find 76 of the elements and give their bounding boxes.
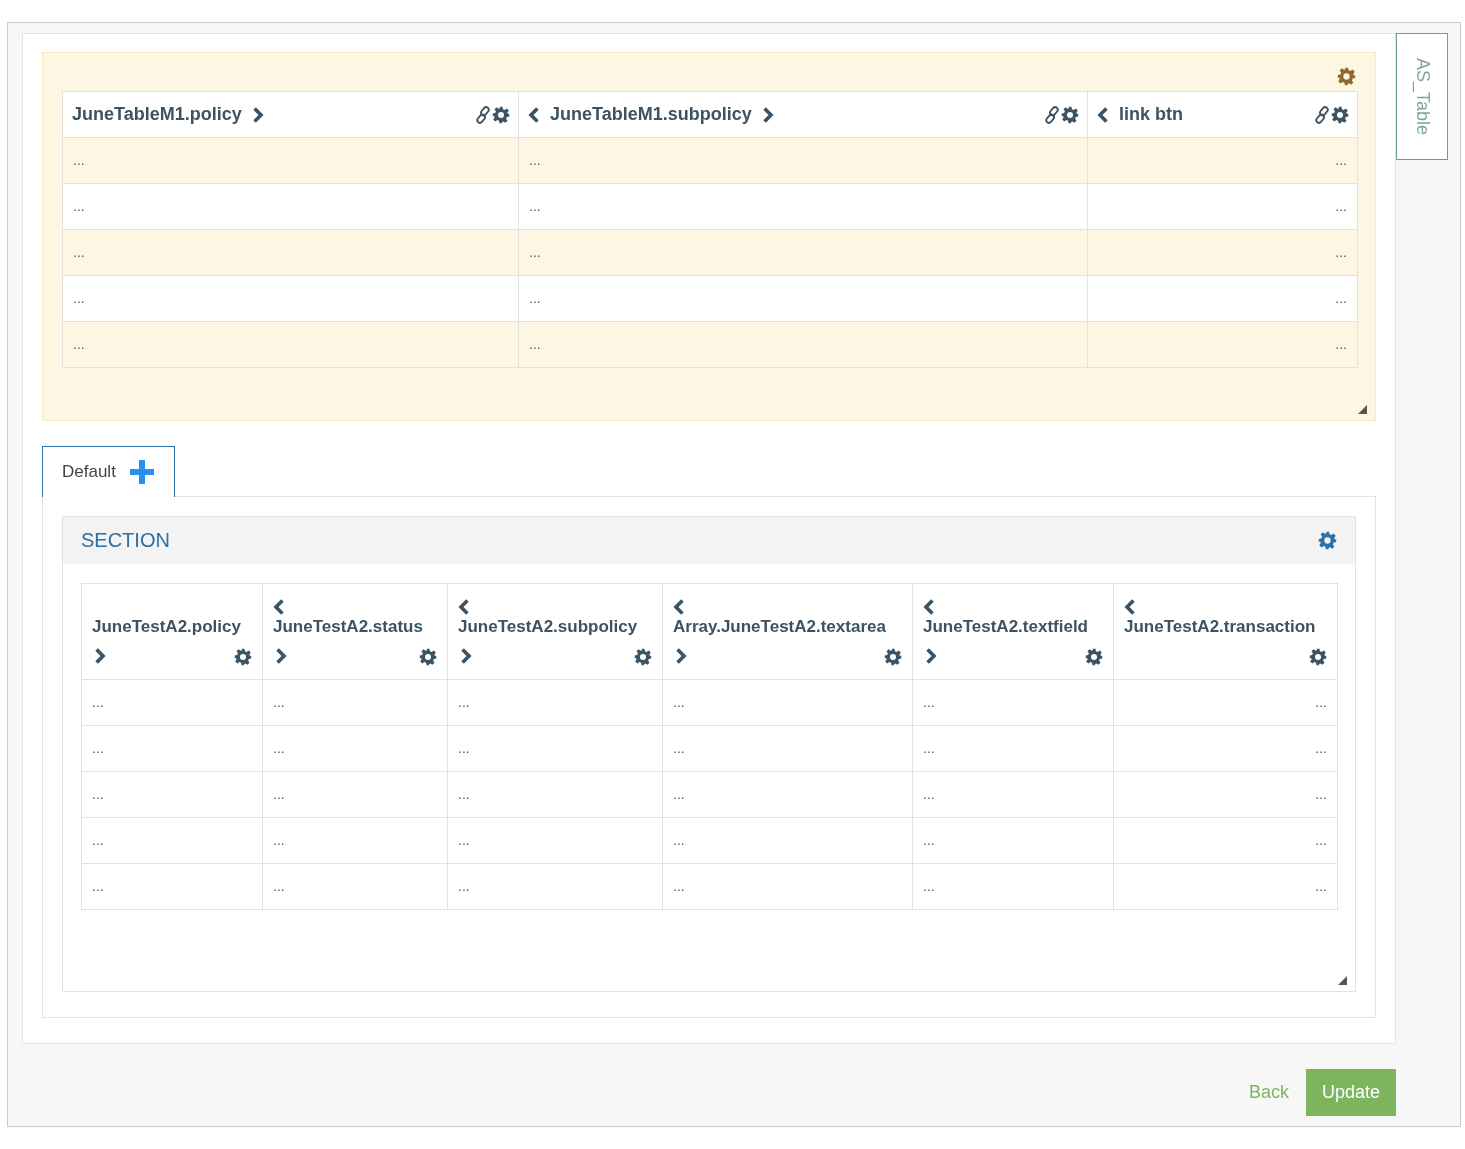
column-header: JuneTableM1.policy xyxy=(72,103,242,126)
gear-icon[interactable] xyxy=(234,647,252,666)
table-cell: ... xyxy=(273,739,285,756)
link-icon[interactable] xyxy=(474,105,492,124)
table-cell: ... xyxy=(73,198,85,214)
column-header: JuneTestA2.textfield xyxy=(923,615,1089,638)
table-cell: ... xyxy=(673,831,685,848)
table-cell: ... xyxy=(458,831,470,848)
link-icon[interactable] xyxy=(1043,105,1061,124)
table-cell: ... xyxy=(1315,739,1327,756)
column-header: JuneTableM1.subpolicy xyxy=(550,103,752,126)
table-cell: ... xyxy=(923,831,935,848)
gear-icon[interactable] xyxy=(1085,647,1103,666)
gear-icon[interactable] xyxy=(634,647,652,666)
back-button[interactable]: Back xyxy=(1239,1068,1298,1116)
column-header: JuneTestA2.transaction xyxy=(1124,615,1317,638)
table-cell: ... xyxy=(673,693,685,710)
table-cell: ... xyxy=(92,877,104,894)
table-cell: ... xyxy=(1315,693,1327,710)
table-cell: ... xyxy=(458,739,470,756)
table-cell: ... xyxy=(73,152,85,168)
table-cell: ... xyxy=(458,785,470,802)
table-cell: ... xyxy=(673,785,685,802)
section-title: SECTION xyxy=(81,528,170,553)
table-cell: ... xyxy=(1315,877,1327,894)
table-cell: ... xyxy=(529,198,541,214)
column-header: JuneTestA2.subpolicy xyxy=(458,615,639,638)
column-header: Array.JuneTestA2.textarea xyxy=(673,615,887,638)
gear-icon[interactable] xyxy=(1318,531,1337,551)
resize-grip-icon[interactable] xyxy=(1338,975,1347,985)
gear-icon[interactable] xyxy=(884,647,902,666)
table-cell: ... xyxy=(73,336,85,352)
table-cell: ... xyxy=(92,831,104,848)
table-cell: ... xyxy=(458,877,470,894)
column-header: JuneTestA2.policy xyxy=(92,615,242,638)
gear-icon[interactable] xyxy=(1331,105,1349,124)
table-cell: ... xyxy=(923,693,935,710)
table-cell: ... xyxy=(92,693,104,710)
table-cell: ... xyxy=(673,739,685,756)
table-cell: ... xyxy=(458,693,470,710)
tab[interactable]: Default xyxy=(42,446,175,497)
table-cell: ... xyxy=(1315,831,1327,848)
table-cell: ... xyxy=(673,877,685,894)
table-cell: ... xyxy=(529,244,541,260)
table-cell: ... xyxy=(1335,152,1347,168)
table-cell: ... xyxy=(92,785,104,802)
table-cell: ... xyxy=(923,785,935,802)
table-cell: ... xyxy=(923,739,935,756)
side-tab[interactable]: AS_Table xyxy=(1396,33,1448,160)
gear-icon[interactable] xyxy=(1061,105,1079,124)
column-header: link btn xyxy=(1119,103,1183,126)
table-cell: ... xyxy=(1315,785,1327,802)
table-cell: ... xyxy=(73,244,85,260)
table-cell: ... xyxy=(529,290,541,306)
gear-icon[interactable] xyxy=(1337,66,1356,86)
link-icon[interactable] xyxy=(1313,105,1331,124)
table-cell: ... xyxy=(273,693,285,710)
gear-icon[interactable] xyxy=(492,105,510,124)
table-cell: ... xyxy=(92,739,104,756)
table-cell: ... xyxy=(1335,198,1347,214)
update-button[interactable]: Update xyxy=(1305,1068,1396,1116)
gear-icon[interactable] xyxy=(1309,647,1327,666)
table-cell: ... xyxy=(529,152,541,168)
table-cell: ... xyxy=(1335,244,1347,260)
table-cell: ... xyxy=(273,877,285,894)
table-cell: ... xyxy=(273,831,285,848)
table-cell: ... xyxy=(1335,290,1347,306)
table-cell: ... xyxy=(73,290,85,306)
resize-grip-icon[interactable] xyxy=(1358,405,1367,414)
table-cell: ... xyxy=(529,336,541,352)
gear-icon[interactable] xyxy=(419,647,437,666)
table-cell: ... xyxy=(273,785,285,802)
table-cell: ... xyxy=(923,877,935,894)
column-header: JuneTestA2.status xyxy=(273,615,424,638)
plus-icon[interactable] xyxy=(129,459,154,484)
table-cell: ... xyxy=(1335,336,1347,352)
